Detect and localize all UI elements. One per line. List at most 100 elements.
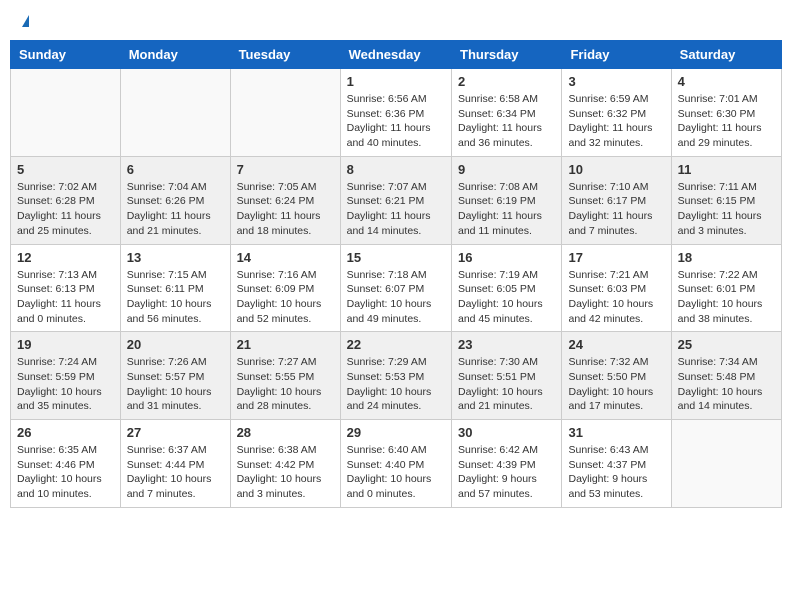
day-info: Sunrise: 7:16 AM Sunset: 6:09 PM Dayligh… [237, 268, 334, 327]
calendar-cell [671, 420, 781, 508]
column-header-saturday: Saturday [671, 41, 781, 69]
day-number: 24 [568, 337, 664, 352]
column-header-wednesday: Wednesday [340, 41, 451, 69]
day-number: 23 [458, 337, 555, 352]
day-number: 3 [568, 74, 664, 89]
day-info: Sunrise: 6:43 AM Sunset: 4:37 PM Dayligh… [568, 443, 664, 502]
calendar-cell: 10Sunrise: 7:10 AM Sunset: 6:17 PM Dayli… [562, 156, 671, 244]
calendar-cell: 31 Sunrise: 6:43 AM Sunset: 4:37 PM Dayli… [562, 420, 671, 508]
calendar-cell: 15Sunrise: 7:18 AM Sunset: 6:07 PM Dayli… [340, 244, 451, 332]
calendar-cell: 1 Sunrise: 6:56 AM Sunset: 6:36 PM Daylig… [340, 69, 451, 157]
day-number: 13 [127, 250, 224, 265]
day-info: Sunrise: 7:15 AM Sunset: 6:11 PM Dayligh… [127, 268, 224, 327]
day-info: Sunrise: 7:30 AM Sunset: 5:51 PM Dayligh… [458, 355, 555, 414]
day-number: 6 [127, 162, 224, 177]
day-info: Sunrise: 7:24 AM Sunset: 5:59 PM Dayligh… [17, 355, 114, 414]
day-info: Sunrise: 7:13 AM Sunset: 6:13 PM Dayligh… [17, 268, 114, 327]
day-number: 17 [568, 250, 664, 265]
calendar-cell: 23 Sunrise: 7:30 AM Sunset: 5:51 PM Dayli… [452, 332, 562, 420]
day-number: 5 [17, 162, 114, 177]
day-info: Sunrise: 6:42 AM Sunset: 4:39 PM Dayligh… [458, 443, 555, 502]
day-number: 19 [17, 337, 114, 352]
day-info: Sunrise: 6:40 AM Sunset: 4:40 PM Dayligh… [347, 443, 445, 502]
day-info: Sunrise: 6:38 AM Sunset: 4:42 PM Dayligh… [237, 443, 334, 502]
calendar-cell: 14 Sunrise: 7:16 AM Sunset: 6:09 PM Dayli… [230, 244, 340, 332]
calendar-cell [230, 69, 340, 157]
calendar-cell [120, 69, 230, 157]
calendar-cell: 20 Sunrise: 7:26 AM Sunset: 5:57 PM Dayli… [120, 332, 230, 420]
day-info: Sunrise: 7:01 AM Sunset: 6:30 PM Dayligh… [678, 92, 775, 151]
day-number: 8 [347, 162, 445, 177]
day-info: Sunrise: 7:02 AM Sunset: 6:28 PM Dayligh… [17, 180, 114, 239]
day-number: 14 [237, 250, 334, 265]
day-info: Sunrise: 7:19 AM Sunset: 6:05 PM Dayligh… [458, 268, 555, 327]
calendar-cell: 29Sunrise: 6:40 AM Sunset: 4:40 PM Dayli… [340, 420, 451, 508]
day-info: Sunrise: 7:04 AM Sunset: 6:26 PM Dayligh… [127, 180, 224, 239]
day-info: Sunrise: 6:35 AM Sunset: 4:46 PM Dayligh… [17, 443, 114, 502]
calendar-cell: 2 Sunrise: 6:58 AM Sunset: 6:34 PM Daylig… [452, 69, 562, 157]
column-header-tuesday: Tuesday [230, 41, 340, 69]
calendar-cell: 18Sunrise: 7:22 AM Sunset: 6:01 PM Dayli… [671, 244, 781, 332]
day-number: 27 [127, 425, 224, 440]
logo-arrow-icon [22, 15, 29, 27]
day-number: 9 [458, 162, 555, 177]
day-info: Sunrise: 7:07 AM Sunset: 6:21 PM Dayligh… [347, 180, 445, 239]
calendar-cell: 17 Sunrise: 7:21 AM Sunset: 6:03 PM Dayli… [562, 244, 671, 332]
day-info: Sunrise: 7:08 AM Sunset: 6:19 PM Dayligh… [458, 180, 555, 239]
week-row-1: 1 Sunrise: 6:56 AM Sunset: 6:36 PM Daylig… [11, 69, 782, 157]
day-number: 7 [237, 162, 334, 177]
calendar-cell: 25Sunrise: 7:34 AM Sunset: 5:48 PM Dayli… [671, 332, 781, 420]
week-row-4: 19 Sunrise: 7:24 AM Sunset: 5:59 PM Dayli… [11, 332, 782, 420]
column-header-monday: Monday [120, 41, 230, 69]
day-info: Sunrise: 7:21 AM Sunset: 6:03 PM Dayligh… [568, 268, 664, 327]
calendar-cell: 28 Sunrise: 6:38 AM Sunset: 4:42 PM Dayli… [230, 420, 340, 508]
day-number: 31 [568, 425, 664, 440]
day-number: 21 [237, 337, 334, 352]
day-number: 15 [347, 250, 445, 265]
calendar-cell: 21 Sunrise: 7:27 AM Sunset: 5:55 PM Dayli… [230, 332, 340, 420]
week-row-2: 5 Sunrise: 7:02 AM Sunset: 6:28 PM Daylig… [11, 156, 782, 244]
calendar-cell: 24 Sunrise: 7:32 AM Sunset: 5:50 PM Dayli… [562, 332, 671, 420]
calendar-cell: 11Sunrise: 7:11 AM Sunset: 6:15 PM Dayli… [671, 156, 781, 244]
day-number: 12 [17, 250, 114, 265]
day-info: Sunrise: 6:37 AM Sunset: 4:44 PM Dayligh… [127, 443, 224, 502]
calendar-cell: 4 Sunrise: 7:01 AM Sunset: 6:30 PM Daylig… [671, 69, 781, 157]
day-number: 25 [678, 337, 775, 352]
day-info: Sunrise: 6:56 AM Sunset: 6:36 PM Dayligh… [347, 92, 445, 151]
day-info: Sunrise: 7:27 AM Sunset: 5:55 PM Dayligh… [237, 355, 334, 414]
calendar-cell: 7 Sunrise: 7:05 AM Sunset: 6:24 PM Daylig… [230, 156, 340, 244]
day-number: 1 [347, 74, 445, 89]
column-header-thursday: Thursday [452, 41, 562, 69]
day-number: 18 [678, 250, 775, 265]
page-header [10, 10, 782, 30]
day-info: Sunrise: 6:59 AM Sunset: 6:32 PM Dayligh… [568, 92, 664, 151]
day-number: 22 [347, 337, 445, 352]
day-info: Sunrise: 7:10 AM Sunset: 6:17 PM Dayligh… [568, 180, 664, 239]
day-info: Sunrise: 6:58 AM Sunset: 6:34 PM Dayligh… [458, 92, 555, 151]
calendar-cell: 19 Sunrise: 7:24 AM Sunset: 5:59 PM Dayli… [11, 332, 121, 420]
calendar-cell: 3 Sunrise: 6:59 AM Sunset: 6:32 PM Daylig… [562, 69, 671, 157]
calendar-cell [11, 69, 121, 157]
day-info: Sunrise: 7:11 AM Sunset: 6:15 PM Dayligh… [678, 180, 775, 239]
day-number: 16 [458, 250, 555, 265]
day-number: 26 [17, 425, 114, 440]
week-row-5: 26 Sunrise: 6:35 AM Sunset: 4:46 PM Dayli… [11, 420, 782, 508]
day-number: 2 [458, 74, 555, 89]
calendar-cell: 22 Sunrise: 7:29 AM Sunset: 5:53 PM Dayli… [340, 332, 451, 420]
calendar: SundayMondayTuesdayWednesdayThursdayFrid… [10, 40, 782, 508]
column-header-friday: Friday [562, 41, 671, 69]
day-number: 28 [237, 425, 334, 440]
day-info: Sunrise: 7:05 AM Sunset: 6:24 PM Dayligh… [237, 180, 334, 239]
day-number: 20 [127, 337, 224, 352]
calendar-cell: 16 Sunrise: 7:19 AM Sunset: 6:05 PM Dayli… [452, 244, 562, 332]
calendar-cell: 13 Sunrise: 7:15 AM Sunset: 6:11 PM Dayli… [120, 244, 230, 332]
day-info: Sunrise: 7:29 AM Sunset: 5:53 PM Dayligh… [347, 355, 445, 414]
calendar-cell: 26 Sunrise: 6:35 AM Sunset: 4:46 PM Dayli… [11, 420, 121, 508]
logo [20, 15, 29, 25]
day-info: Sunrise: 7:32 AM Sunset: 5:50 PM Dayligh… [568, 355, 664, 414]
day-info: Sunrise: 7:26 AM Sunset: 5:57 PM Dayligh… [127, 355, 224, 414]
calendar-cell: 6 Sunrise: 7:04 AM Sunset: 6:26 PM Daylig… [120, 156, 230, 244]
column-header-sunday: Sunday [11, 41, 121, 69]
day-number: 4 [678, 74, 775, 89]
calendar-cell: 5 Sunrise: 7:02 AM Sunset: 6:28 PM Daylig… [11, 156, 121, 244]
